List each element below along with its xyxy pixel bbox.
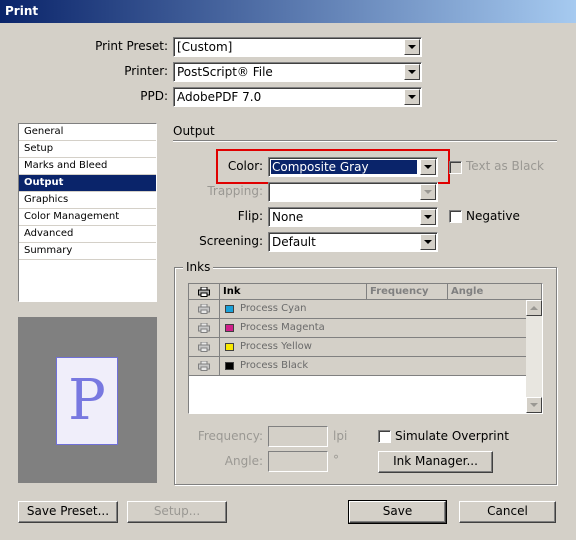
scroll-up-icon[interactable] [526, 300, 542, 316]
print-toggle-cell[interactable] [189, 338, 220, 356]
flip-label: Flip: [237, 209, 263, 223]
printer-icon [198, 342, 210, 352]
printer-icon [198, 304, 210, 314]
printer-value: PostScript® File [177, 65, 273, 79]
printer-icon [198, 323, 210, 333]
ink-table-scrollbar[interactable] [526, 300, 542, 413]
sidebar-item-color-management[interactable]: Color Management [19, 209, 156, 226]
frequency-field[interactable] [268, 426, 328, 447]
chevron-down-icon[interactable] [404, 39, 420, 55]
table-row[interactable]: Process Black [189, 357, 526, 376]
chevron-down-icon[interactable] [420, 209, 436, 225]
print-toggle-cell[interactable] [189, 319, 220, 337]
print-preset-label: Print Preset: [95, 39, 168, 53]
preview-page: P [56, 357, 118, 445]
save-preset-button[interactable]: Save Preset... [18, 501, 118, 523]
angle-column-header[interactable]: Angle [448, 284, 542, 300]
simulate-overprint-checkbox[interactable] [378, 430, 391, 443]
sidebar-item-graphics[interactable]: Graphics [19, 192, 156, 209]
ink-name: Process Magenta [240, 322, 325, 333]
title-bar: Print [0, 0, 576, 23]
screening-dropdown[interactable]: Default [268, 232, 438, 252]
section-title: Output [173, 124, 215, 138]
negative-label: Negative [466, 209, 520, 223]
table-row[interactable]: Process Magenta [189, 319, 526, 338]
setup-button[interactable]: Setup... [127, 501, 227, 523]
ink-manager-button[interactable]: Ink Manager... [378, 451, 493, 473]
printer-column-header[interactable] [189, 284, 220, 300]
sidebar-item-setup[interactable]: Setup [19, 141, 156, 158]
ppd-label: PPD: [140, 89, 168, 103]
screening-label: Screening: [199, 234, 263, 248]
negative-checkbox[interactable] [449, 210, 462, 223]
angle-label: Angle: [224, 454, 263, 468]
frequency-label: Frequency: [197, 429, 263, 443]
sidebar-item-marks-and-bleed[interactable]: Marks and Bleed [19, 158, 156, 175]
category-list[interactable]: General Setup Marks and Bleed Output Gra… [18, 123, 157, 302]
flip-value: None [272, 210, 304, 224]
trapping-dropdown[interactable] [268, 182, 438, 202]
ink-table[interactable]: Ink Frequency Angle Process Cyan Process… [188, 283, 543, 414]
section-divider [173, 140, 557, 142]
ink-table-header: Ink Frequency Angle [189, 284, 542, 300]
printer-icon [198, 361, 210, 371]
ink-name: Process Black [240, 360, 309, 371]
sidebar-item-general[interactable]: General [19, 124, 156, 141]
save-button[interactable]: Save [348, 500, 447, 524]
preview-letter: P [68, 368, 106, 433]
cancel-button[interactable]: Cancel [459, 501, 556, 523]
flip-dropdown[interactable]: None [268, 207, 438, 227]
ppd-value: AdobePDF 7.0 [177, 90, 262, 104]
frequency-unit: lpi [333, 429, 348, 443]
ink-swatch [225, 362, 234, 370]
printer-dropdown[interactable]: PostScript® File [173, 62, 422, 82]
printer-label: Printer: [124, 64, 168, 78]
print-toggle-cell[interactable] [189, 357, 220, 375]
table-row[interactable]: Process Yellow [189, 338, 526, 357]
sidebar-item-output[interactable]: Output [19, 175, 156, 192]
text-as-black-label: Text as Black [466, 159, 544, 173]
screening-value: Default [272, 235, 316, 249]
scroll-down-icon[interactable] [526, 397, 542, 413]
chevron-down-icon[interactable] [404, 64, 420, 80]
ink-column-header[interactable]: Ink [220, 284, 367, 300]
print-preset-dropdown[interactable]: [Custom] [173, 37, 422, 57]
trapping-label: Trapping: [207, 184, 263, 198]
ink-swatch [225, 343, 234, 351]
ink-swatch [225, 324, 234, 332]
ink-name: Process Cyan [240, 303, 307, 314]
sidebar-item-summary[interactable]: Summary [19, 243, 156, 260]
frequency-column-header[interactable]: Frequency [367, 284, 448, 300]
angle-field[interactable] [268, 451, 328, 472]
print-toggle-cell[interactable] [189, 300, 220, 318]
sidebar-item-advanced[interactable]: Advanced [19, 226, 156, 243]
chevron-down-icon[interactable] [420, 184, 436, 200]
angle-unit: ° [333, 453, 339, 467]
window-title: Print [5, 4, 39, 18]
ink-swatch [225, 305, 234, 313]
annotation-highlight-box [216, 149, 450, 184]
simulate-overprint-label: Simulate Overprint [395, 429, 509, 443]
ppd-dropdown[interactable]: AdobePDF 7.0 [173, 87, 422, 107]
chevron-down-icon[interactable] [420, 234, 436, 250]
page-preview: P [18, 317, 157, 483]
text-as-black-checkbox[interactable] [449, 161, 462, 174]
inks-group-title: Inks [183, 260, 214, 274]
ink-name: Process Yellow [240, 341, 312, 352]
print-preset-value: [Custom] [177, 40, 233, 54]
chevron-down-icon[interactable] [404, 89, 420, 105]
table-row[interactable]: Process Cyan [189, 300, 526, 319]
printer-icon [198, 287, 210, 297]
